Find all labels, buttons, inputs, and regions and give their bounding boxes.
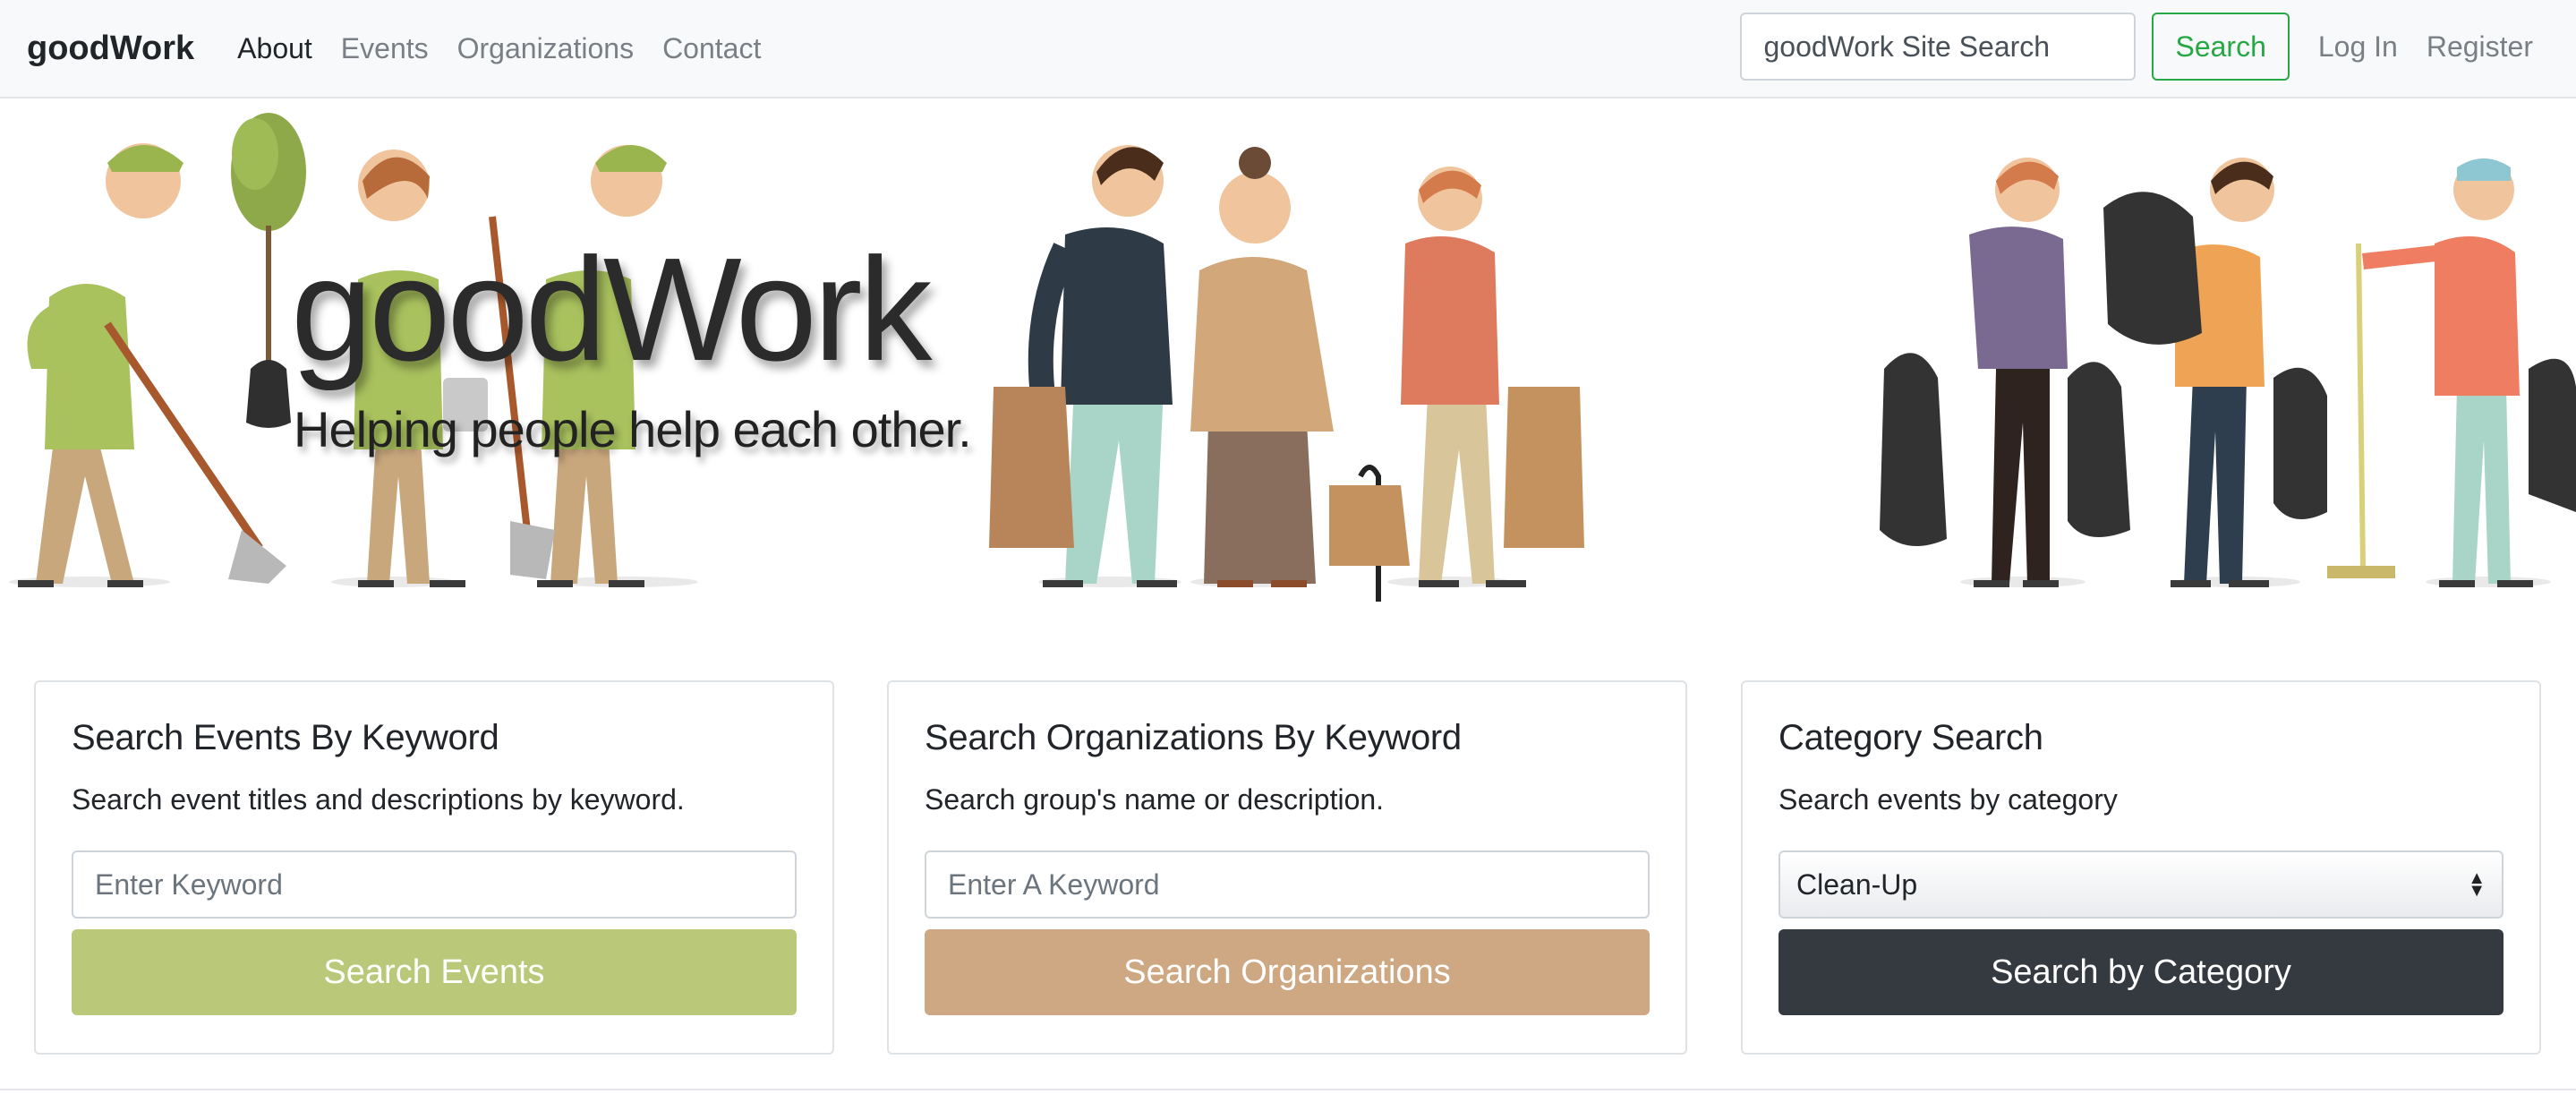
category-select-value: Clean-Up	[1796, 868, 1918, 901]
brand-logo[interactable]: goodWork	[27, 30, 194, 68]
card-text-organizations: Search group's name or description.	[925, 783, 1385, 816]
search-events-button[interactable]: Search Events	[72, 929, 797, 1015]
footer-divider	[0, 1089, 2576, 1090]
site-search-input[interactable]	[1740, 13, 2137, 81]
volunteer-figure-7	[1969, 158, 2068, 587]
event-keyword-input[interactable]	[72, 850, 797, 919]
volunteer-figure-5	[1190, 147, 1410, 602]
search-organizations-card: Search Organizations By Keyword Search g…	[887, 680, 1687, 1055]
navbar: goodWork About Events Organizations Cont…	[0, 0, 2576, 98]
search-events-card: Search Events By Keyword Search event ti…	[34, 680, 834, 1055]
card-title-events: Search Events By Keyword	[72, 718, 499, 757]
volunteer-figure-6	[1401, 167, 1584, 587]
card-text-events: Search event titles and descriptions by …	[72, 783, 685, 816]
select-arrows-icon: ▲ ▼	[2468, 868, 2486, 901]
hero-subtitle: Helping people help each other.	[294, 401, 972, 457]
nav-link-events[interactable]: Events	[341, 32, 429, 65]
search-organizations-button[interactable]: Search Organizations	[925, 929, 1650, 1015]
nav-link-contact[interactable]: Contact	[662, 32, 761, 65]
hero-banner: goodWork Helping people help each other.	[0, 100, 2576, 602]
card-title-organizations: Search Organizations By Keyword	[925, 718, 1462, 757]
category-select[interactable]: Clean-Up ▲ ▼	[1778, 850, 2503, 919]
volunteer-figure-9	[2362, 158, 2576, 587]
search-by-category-button[interactable]: Search by Category	[1778, 929, 2503, 1015]
broom	[2327, 243, 2395, 578]
card-text-category: Search events by category	[1778, 783, 2118, 816]
volunteer-figure-4	[989, 145, 1177, 587]
volunteer-figure-8	[2103, 158, 2327, 587]
register-link[interactable]: Register	[2427, 30, 2533, 64]
site-search-button[interactable]: Search	[2152, 13, 2290, 81]
nav-right: Search Log In Register	[1740, 13, 2549, 81]
nav-link-organizations[interactable]: Organizations	[457, 32, 634, 65]
category-search-card: Category Search Search events by categor…	[1741, 680, 2541, 1055]
organization-keyword-input[interactable]	[925, 850, 1650, 919]
login-link[interactable]: Log In	[2318, 30, 2398, 64]
nav-link-about[interactable]: About	[237, 32, 312, 65]
card-title-category: Category Search	[1778, 718, 2043, 757]
hero-title: goodWork	[291, 227, 932, 391]
